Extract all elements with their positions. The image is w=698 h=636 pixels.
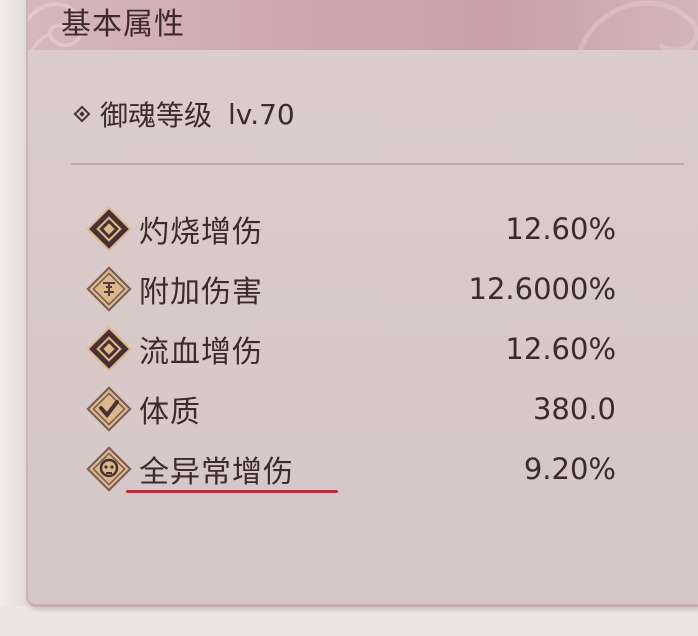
stat-row-bleed-damage: 流血增伤 12.60% [86,324,616,374]
stat-name: 灼烧增伤 [139,215,263,250]
stat-name: 全异常增伤 [139,455,294,490]
stat-value: 12.6000% [468,272,616,306]
stat-value: 9.20% [523,452,616,486]
stat-row-burn-damage: 灼烧增伤 12.60% [86,204,616,254]
stat-value: 12.60% [505,332,616,366]
panel-title: 基本属性 [61,7,185,42]
skull-diamond-icon [86,446,132,492]
soul-level-value: lv.70 [228,97,295,131]
backdrop [0,0,28,636]
divider [71,163,684,165]
shield-check-icon [86,386,132,432]
stat-value: 380.0 [532,392,616,426]
stat-name: 附加伤害 [139,275,263,310]
soul-level-row: 御魂等级 lv.70 [72,93,295,135]
stat-row-constitution: 体质 380.0 [86,384,616,434]
stat-name: 体质 [139,395,201,430]
attributes-panel: 基本属性 御魂等级 lv.70 灼烧增伤 12.60% 附加伤害 12.6000… [26,0,698,607]
diamond-icon [86,326,132,372]
stat-row-all-abnormal-damage: 全异常增伤 9.20% [86,444,616,494]
panel-header: 基本属性 [28,0,698,50]
soul-level-label: 御魂等级 [100,99,213,132]
backdrop-bottom [0,606,698,636]
rune-diamond-icon [86,266,132,312]
stat-value: 12.60% [505,212,616,246]
highlight-underline [126,490,338,493]
stat-name: 流血增伤 [139,335,263,370]
diamond-icon [86,206,132,252]
stat-row-extra-damage: 附加伤害 12.6000% [86,264,616,314]
diamond-bullet-icon [73,105,91,123]
swirl-ornament-right-icon [577,0,698,50]
